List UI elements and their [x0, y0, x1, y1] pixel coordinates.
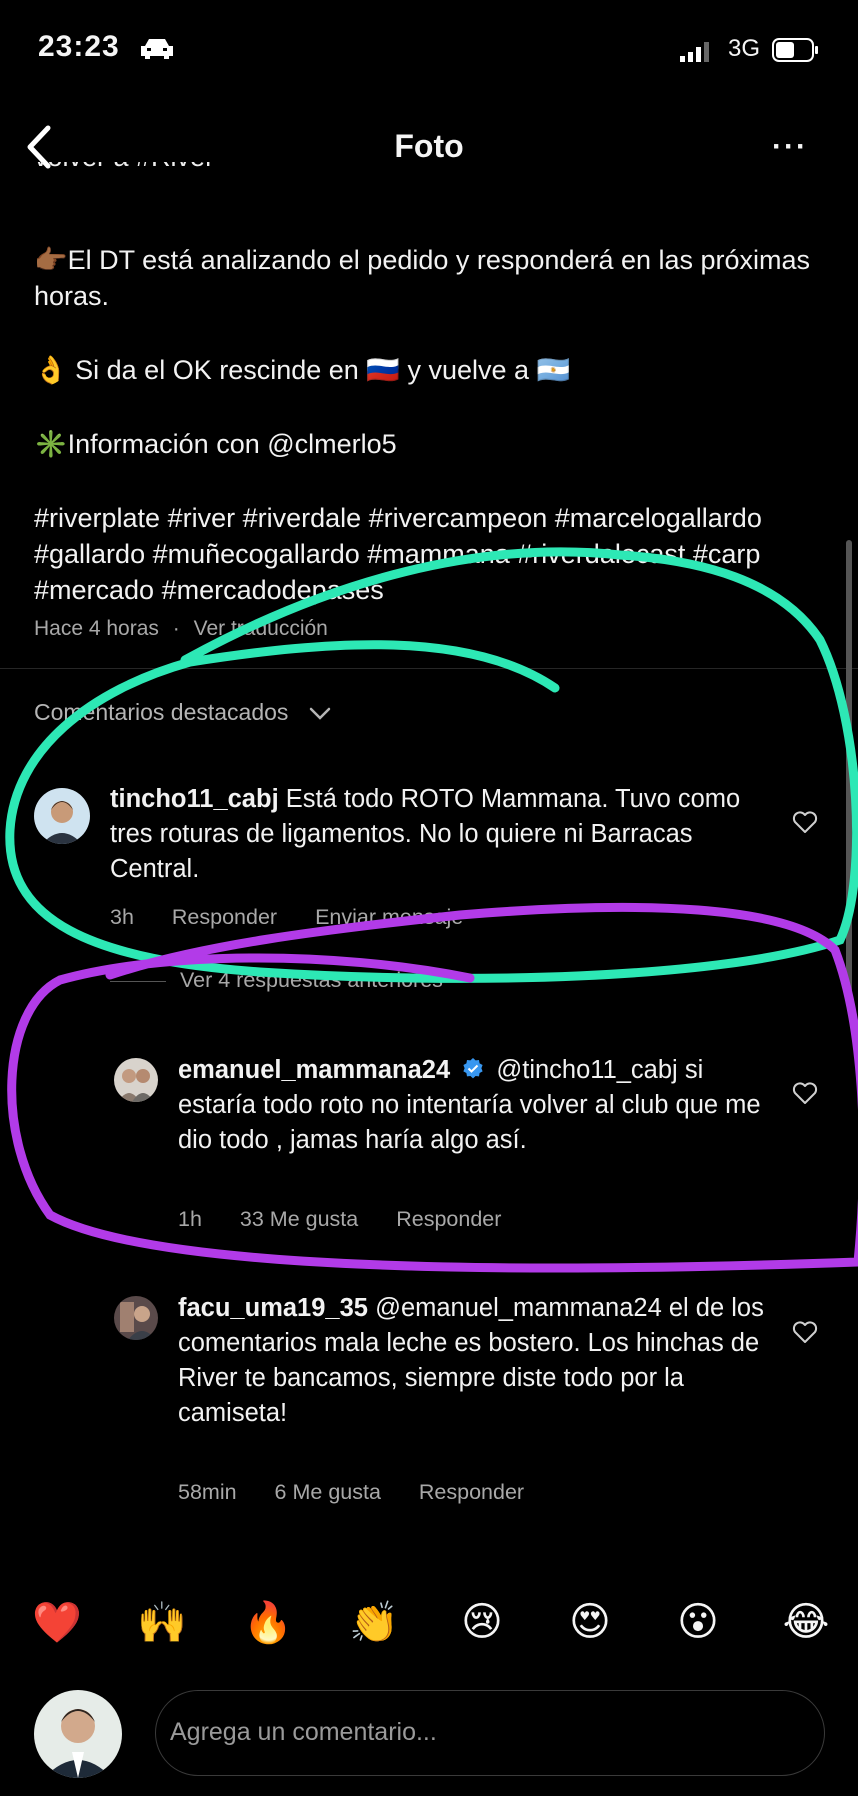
reply-time: 1h [178, 1207, 202, 1231]
comment-input-container [155, 1690, 825, 1776]
like-heart-icon[interactable] [792, 810, 818, 834]
page-title: Foto [394, 128, 464, 164]
emoji-surprised-button[interactable]: 😮 [668, 1599, 728, 1645]
reply-text: facu_uma19_35 @emanuel_mammana24 el de l… [178, 1294, 764, 1427]
chevron-down-icon [309, 707, 331, 720]
russia-flag-icon: 🇷🇺 [366, 355, 400, 385]
pointing-emoji: 👉🏾 [34, 245, 68, 275]
emoji-fire-button[interactable]: 🔥 [238, 1599, 298, 1646]
status-time: 23:23 [38, 30, 120, 63]
current-user-avatar[interactable] [34, 1690, 122, 1778]
network-label: 3G [728, 35, 761, 62]
reply-text: emanuel_mammana24 @tincho11_cabj si esta… [178, 1056, 761, 1154]
avatar[interactable] [114, 1058, 158, 1102]
post-meta: Hace 4 horas · Ver traducción [34, 617, 328, 640]
signal-icon [680, 42, 709, 62]
ok-hand-emoji: 👌 [34, 355, 68, 385]
reply-button[interactable]: Responder [419, 1480, 524, 1504]
avatar[interactable] [114, 1296, 158, 1340]
reply-username[interactable]: emanuel_mammana24 [178, 1056, 450, 1084]
likes-count[interactable]: 33 Me gusta [240, 1207, 358, 1231]
reply-actions: 58min 6 Me gusta Responder [178, 1480, 556, 1505]
emoji-heart-eyes-button[interactable]: 😍 [560, 1599, 620, 1645]
likes-count[interactable]: 6 Me gusta [275, 1480, 381, 1504]
reply-username[interactable]: facu_uma19_35 [178, 1294, 368, 1322]
comment-actions: 3h Responder Enviar mensaje [110, 905, 495, 930]
asterisk-emoji: ✳️ [34, 429, 68, 459]
caption-cut-line: volver a #River [34, 162, 454, 200]
comment-time: 3h [110, 905, 134, 929]
emoji-clap-button[interactable]: 👏 [344, 1599, 404, 1646]
mention-link[interactable]: @emanuel_mammana24 [375, 1294, 662, 1322]
caption-line-2: 👌 Si da el OK rescinde en 🇷🇺 y vuelve a … [34, 355, 571, 385]
scrollbar[interactable] [846, 540, 852, 1000]
divider [0, 668, 858, 669]
mention-link[interactable]: @tincho11_cabj [496, 1056, 677, 1084]
post-time: Hace 4 horas [34, 617, 159, 640]
comment-input[interactable] [156, 1691, 790, 1773]
reply-button[interactable]: Responder [396, 1207, 501, 1231]
argentina-flag-icon: 🇦🇷 [536, 355, 571, 385]
caption-hashtags[interactable]: #riverplate #river #riverdale #rivercamp… [34, 500, 824, 608]
reply-button[interactable]: Responder [172, 905, 277, 929]
like-heart-icon[interactable] [792, 1320, 818, 1344]
verified-badge-icon [463, 1058, 483, 1079]
view-replies-button[interactable]: Ver 4 respuestas anteriores [180, 968, 443, 993]
emoji-crying-button[interactable]: 😢 [452, 1599, 512, 1645]
battery-icon [772, 38, 818, 62]
comment-username[interactable]: tincho11_cabj [110, 785, 279, 813]
more-options-icon[interactable]: ··· [772, 130, 808, 164]
caption-line-1: 👉🏾El DT está analizando el pedido y resp… [34, 245, 811, 311]
reply-time: 58min [178, 1480, 237, 1504]
emoji-heart-button[interactable]: ❤️ [27, 1599, 87, 1646]
comment-text: tincho11_cabj Está todo ROTO Mammana. Tu… [110, 785, 741, 883]
car-icon [141, 39, 173, 59]
caption-line-3: ✳️Información con @clmerlo5 [34, 429, 397, 459]
emoji-laughing-button[interactable]: 😂 [776, 1599, 836, 1645]
emoji-raised-hands-button[interactable]: 🙌 [132, 1599, 192, 1646]
avatar[interactable] [34, 788, 90, 844]
replies-line [110, 981, 166, 982]
like-heart-icon[interactable] [792, 1081, 818, 1105]
send-message-button[interactable]: Enviar mensaje [315, 905, 463, 929]
reply-actions: 1h 33 Me gusta Responder [178, 1207, 533, 1232]
see-translation-link[interactable]: Ver traducción [194, 617, 328, 640]
featured-comments-toggle[interactable]: Comentarios destacados [34, 699, 331, 726]
